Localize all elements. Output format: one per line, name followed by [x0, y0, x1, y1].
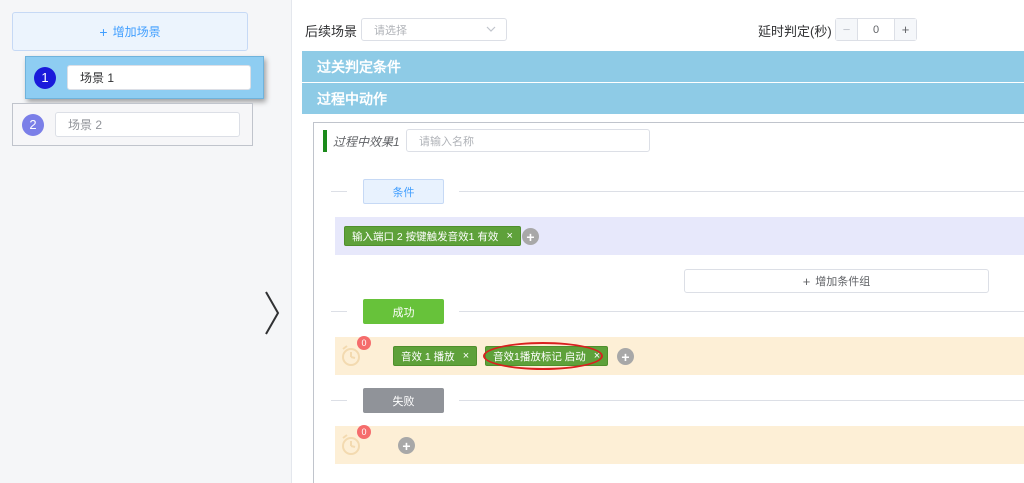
scene-card-1[interactable]: 1 场景 1	[25, 56, 264, 99]
fail-pill[interactable]: 失败	[363, 388, 444, 413]
success-count-badge: 0	[357, 336, 371, 350]
divider	[459, 311, 1024, 312]
divider	[459, 400, 1024, 401]
decrement-button[interactable]: −	[836, 19, 858, 40]
delay-label: 延时判定(秒)	[758, 24, 832, 39]
condition-tag[interactable]: 输入端口 2 按键触发音效1 有效 ×	[344, 226, 521, 246]
increment-button[interactable]: +	[894, 19, 916, 40]
effect-header: 过程中效果1	[323, 130, 400, 152]
divider	[459, 191, 1024, 192]
success-tag-text: 音效1播放标记 启动	[493, 350, 586, 363]
chevron-down-icon	[486, 26, 496, 32]
delay-value[interactable]: 0	[858, 19, 894, 40]
fail-band	[335, 426, 1024, 464]
close-icon[interactable]: ×	[506, 230, 512, 242]
delay-stepper[interactable]: − 0 +	[835, 18, 917, 41]
add-condition-group-button[interactable]: + 增加条件组	[684, 269, 989, 293]
add-scene-button[interactable]: + 增加场景	[12, 12, 248, 51]
add-scene-label: 增加场景	[112, 25, 161, 39]
scene-name-input[interactable]: 场景 1	[67, 65, 251, 90]
success-tag[interactable]: 音效 1 播放 ×	[393, 346, 478, 366]
add-action-icon[interactable]: +	[617, 348, 634, 365]
next-scene-label: 后续场景	[305, 24, 358, 39]
scene-editor: + 增加场景 1 场景 1 2 场景 2 后续场景 请选择 延时判定(秒) − …	[0, 0, 1024, 483]
success-tag-text: 音效 1 播放	[401, 350, 455, 363]
pass-conditions-section[interactable]: 过关判定条件	[302, 51, 1024, 82]
effect-name-input[interactable]: 请输入名称	[406, 129, 650, 152]
process-actions-section[interactable]: 过程中动作	[302, 83, 1024, 114]
scene-number-badge: 1	[34, 66, 56, 89]
effect-marker	[323, 130, 327, 152]
divider	[331, 311, 347, 312]
scene-sidebar: + 增加场景 1 场景 1 2 场景 2	[0, 0, 292, 483]
scene-number-badge: 2	[22, 113, 44, 136]
close-icon[interactable]: ×	[463, 350, 469, 362]
condition-tag-text: 输入端口 2 按键触发音效1 有效	[352, 230, 499, 243]
scene-name-input[interactable]: 场景 2	[55, 112, 240, 137]
success-tag[interactable]: 音效1播放标记 启动 ×	[485, 346, 609, 366]
close-icon[interactable]: ×	[594, 350, 600, 362]
divider	[331, 191, 347, 192]
add-condition-icon[interactable]: +	[522, 228, 539, 245]
divider	[331, 400, 347, 401]
add-condition-group-label: 增加条件组	[815, 276, 871, 288]
collapse-arrow-icon[interactable]	[262, 290, 282, 336]
plus-icon: +	[99, 23, 108, 40]
next-scene-placeholder: 请选择	[374, 24, 407, 37]
plus-icon: +	[802, 273, 811, 289]
add-fail-action-icon[interactable]: +	[398, 437, 415, 454]
effect-title: 过程中效果1	[333, 134, 400, 149]
fail-count-badge: 0	[357, 425, 371, 439]
success-pill[interactable]: 成功	[363, 299, 444, 324]
condition-pill[interactable]: 条件	[363, 179, 444, 204]
next-scene-select[interactable]: 请选择	[361, 18, 507, 41]
scene-card-2[interactable]: 2 场景 2	[12, 103, 253, 146]
